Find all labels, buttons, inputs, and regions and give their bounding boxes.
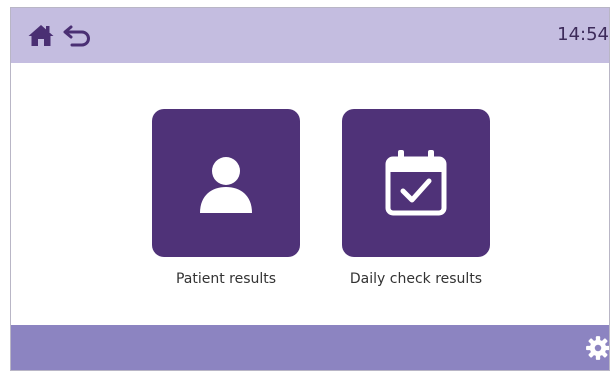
patient-results-button[interactable] — [152, 109, 300, 257]
settings-button[interactable] — [585, 335, 609, 361]
home-icon — [28, 25, 54, 46]
clock: 14:54 — [557, 24, 609, 45]
back-arrow-icon — [63, 25, 90, 47]
person-icon — [200, 157, 252, 213]
back-button[interactable] — [63, 22, 93, 48]
bottom-bar — [11, 325, 609, 370]
daily-check-results-tile[interactable]: Daily check results — [342, 109, 490, 287]
gear-icon — [586, 336, 609, 360]
device-screen: 14:54 Patient results Daily check result… — [10, 7, 610, 371]
menu-tiles: Patient results Daily check results — [11, 63, 609, 327]
daily-check-results-label: Daily check results — [349, 271, 483, 287]
patient-results-label: Patient results — [175, 271, 277, 287]
daily-check-results-button[interactable] — [342, 109, 490, 257]
home-button[interactable] — [27, 22, 55, 48]
calendar-check-icon — [385, 150, 447, 216]
patient-results-tile[interactable]: Patient results — [152, 109, 300, 287]
top-bar: 14:54 — [11, 8, 609, 63]
